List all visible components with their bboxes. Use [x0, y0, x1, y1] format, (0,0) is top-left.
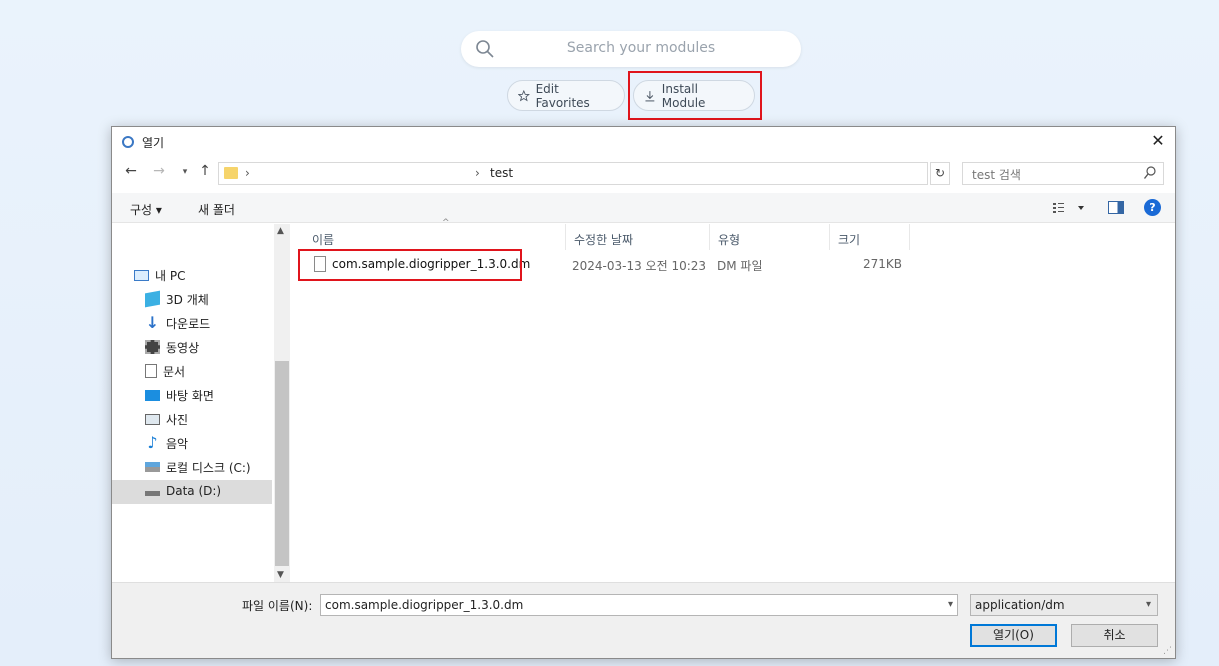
- pictures-icon: [145, 413, 160, 425]
- scroll-up-icon[interactable]: ▲: [277, 226, 284, 236]
- breadcrumb-separator-icon[interactable]: ›: [245, 166, 250, 180]
- 3d-objects-icon: [145, 290, 160, 308]
- column-date-label: 수정한 날짜: [574, 233, 634, 247]
- help-icon[interactable]: ?: [1144, 199, 1161, 216]
- column-name-label: 이름: [312, 233, 335, 247]
- edit-favorites-button[interactable]: Edit Favorites: [507, 80, 625, 111]
- search-placeholder: Search your modules: [566, 40, 716, 56]
- refresh-icon[interactable]: ↻: [930, 162, 950, 185]
- module-search-input[interactable]: Search your modules: [461, 31, 801, 67]
- dialog-footer: 파일 이름(N): com.sample.diogripper_1.3.0.dm…: [112, 582, 1175, 658]
- nav-item-label: 동영상: [166, 340, 200, 355]
- preview-pane-icon[interactable]: [1108, 201, 1124, 214]
- nav-item-label: 내 PC: [155, 268, 186, 283]
- nav-item-local-disk-c[interactable]: 로컬 디스크 (C:): [145, 456, 251, 478]
- up-arrow-icon[interactable]: ↑: [196, 163, 214, 183]
- nav-item-label: 3D 개체: [166, 292, 209, 307]
- videos-icon: [145, 340, 160, 354]
- open-button[interactable]: 열기(O): [970, 624, 1057, 647]
- nav-item-pictures[interactable]: 사진: [145, 408, 188, 430]
- music-icon: ♪: [147, 433, 158, 452]
- recent-locations-chevron-icon[interactable]: ▾: [176, 167, 194, 187]
- star-icon: [518, 89, 530, 101]
- organize-menu-button[interactable]: 구성 ▾: [130, 201, 162, 218]
- cancel-button[interactable]: 취소: [1071, 624, 1158, 647]
- folder-search-input[interactable]: test 검색: [962, 162, 1164, 185]
- breadcrumb-separator-icon[interactable]: ›: [475, 166, 480, 180]
- filename-value: com.sample.diogripper_1.3.0.dm: [325, 598, 524, 612]
- nav-item-documents[interactable]: 문서: [145, 360, 185, 382]
- scrollbar-thumb[interactable]: [275, 361, 289, 566]
- downloads-icon: ↓: [145, 313, 160, 332]
- desktop-icon: [145, 389, 160, 401]
- nav-item-label: 문서: [163, 364, 186, 379]
- nav-item-label: 바탕 화면: [166, 388, 214, 403]
- edit-favorites-label: Edit Favorites: [535, 81, 590, 110]
- close-icon[interactable]: ✕: [1149, 132, 1167, 150]
- column-header-type[interactable]: 유형: [710, 224, 830, 250]
- drive-icon: [145, 486, 160, 496]
- file-date: 2024-03-13 오전 10:23: [572, 259, 707, 273]
- nav-item-3d-objects[interactable]: 3D 개체: [145, 288, 209, 310]
- column-type-label: 유형: [718, 233, 741, 247]
- column-header-size[interactable]: 크기: [830, 224, 910, 250]
- nav-item-downloads[interactable]: ↓ 다운로드: [145, 312, 210, 334]
- navigation-row: ← → ▾ ↑ › › test ▾ ↻ test 검색: [112, 161, 1175, 187]
- sort-ascending-icon: ^: [442, 218, 450, 228]
- highlight-box-install: [628, 71, 762, 120]
- nav-item-this-pc[interactable]: 내 PC: [134, 264, 185, 286]
- column-size-label: 크기: [838, 233, 861, 247]
- search-icon: [1143, 166, 1156, 179]
- open-file-dialog: 열기 ✕ ← → ▾ ↑ › › test ▾ ↻ test 검색 구성 ▾ 새…: [111, 126, 1176, 659]
- nav-item-label: 로컬 디스크 (C:): [166, 460, 251, 475]
- filename-input[interactable]: com.sample.diogripper_1.3.0.dm ▾: [320, 594, 958, 616]
- local-disk-icon: [145, 462, 160, 472]
- title-bar: 열기 ✕: [112, 127, 1175, 157]
- dialog-title: 열기: [142, 136, 165, 150]
- filetype-value: application/dm: [975, 598, 1065, 612]
- nav-item-music[interactable]: ♪ 음악: [145, 432, 188, 454]
- folder-icon: [224, 167, 238, 179]
- nav-item-label: Data (D:): [166, 484, 222, 498]
- scroll-down-icon[interactable]: ▼: [277, 570, 284, 580]
- breadcrumb-current[interactable]: test: [490, 166, 513, 180]
- nav-item-label: 음악: [166, 436, 189, 451]
- resize-grip-icon[interactable]: ⋰: [1163, 646, 1173, 656]
- documents-icon: [145, 364, 157, 378]
- back-arrow-icon[interactable]: ←: [122, 163, 140, 183]
- highlight-box-file: [298, 249, 522, 281]
- nav-item-data-d[interactable]: Data (D:): [145, 480, 221, 502]
- filetype-select[interactable]: application/dm ▾: [970, 594, 1158, 616]
- file-list-header: ^ 이름 수정한 날짜 유형 크기: [292, 218, 1175, 250]
- file-size: 271KB: [862, 257, 902, 271]
- nav-item-videos[interactable]: 동영상: [145, 336, 199, 358]
- column-header-name[interactable]: ^ 이름: [304, 218, 566, 250]
- forward-arrow-icon[interactable]: →: [150, 163, 168, 183]
- nav-item-label: 사진: [166, 412, 189, 427]
- address-bar[interactable]: › › test ▾: [218, 162, 1022, 185]
- folder-search-placeholder: test 검색: [972, 168, 1021, 182]
- nav-item-label: 다운로드: [166, 316, 211, 331]
- nav-item-desktop[interactable]: 바탕 화면: [145, 384, 214, 406]
- chevron-down-icon[interactable]: ▾: [1146, 599, 1151, 610]
- chevron-down-icon[interactable]: ▾: [948, 599, 953, 610]
- file-type: DM 파일: [717, 259, 763, 273]
- view-options-icon[interactable]: [1052, 200, 1086, 216]
- column-header-date[interactable]: 수정한 날짜: [566, 224, 710, 250]
- app-icon: [122, 136, 134, 148]
- filename-label: 파일 이름(N):: [242, 599, 313, 613]
- pc-icon: [134, 269, 149, 281]
- command-bar: 구성 ▾ 새 폴더 ?: [112, 193, 1175, 223]
- nav-pane-scrollbar[interactable]: ▲ ▼: [274, 224, 290, 582]
- new-folder-button[interactable]: 새 폴더: [198, 201, 235, 218]
- navigation-pane: 내 PC 3D 개체 ↓ 다운로드 동영상 문서 바탕 화면 사진 ♪ 음악 로…: [112, 224, 292, 582]
